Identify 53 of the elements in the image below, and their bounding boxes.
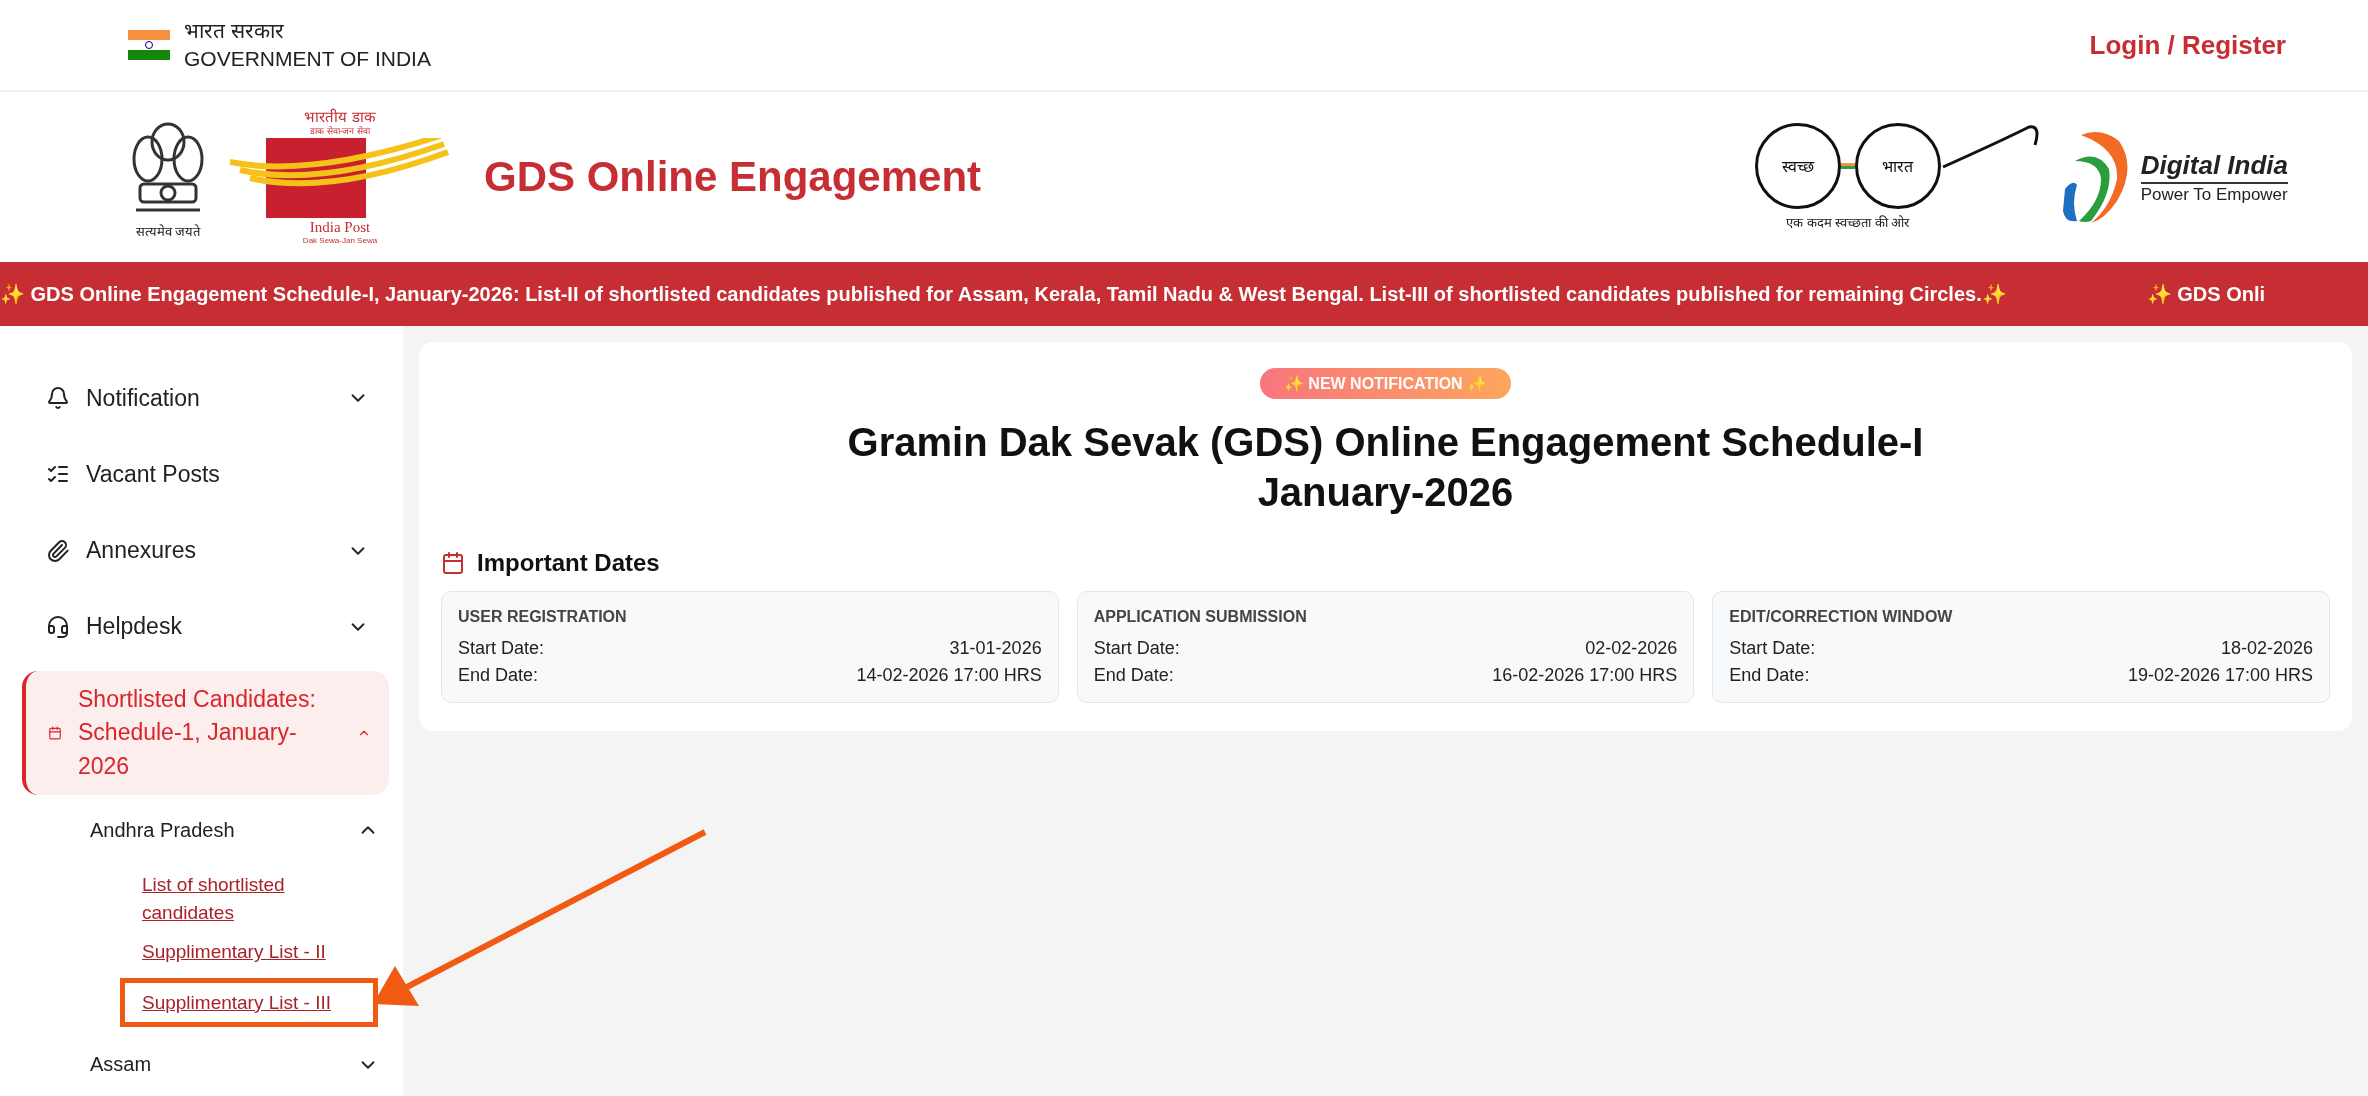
headset-icon <box>46 614 70 639</box>
glasses-lens-label: स्वच्छ <box>1754 122 1841 209</box>
date-label: Start Date: <box>1729 638 1816 659</box>
new-notification-badge: ✨ NEW NOTIFICATION ✨ <box>1259 368 1512 399</box>
ticker-text: ✨ GDS Online Engagement Schedule-I, January-2026: List-II of shortlisted candidates published for Assam, Kerala, Tamil Nadu & West Bengal. List-III of shortlisted candidates published for remaining Circles.✨ <box>0 282 2007 306</box>
submenu-label: Assam <box>90 1053 152 1077</box>
sidebar-item[interactable]: Vacant Posts <box>22 436 389 513</box>
digital-india-name: Digital India <box>2140 149 2288 184</box>
post-logo-hindi-motto: डाक सेवा-जन सेवा <box>310 126 370 138</box>
date-card-title: EDIT/CORRECTION WINDOW <box>1729 608 1954 626</box>
digital-india-tagline: Power To Empower <box>2140 183 2288 205</box>
date-card-title: APPLICATION SUBMISSION <box>1093 608 1308 626</box>
date-value: 16-02-2026 17:00 HRS <box>1492 665 1678 686</box>
date-label: End Date: <box>1093 665 1174 686</box>
ticker-text: ✨ GDS Onli <box>2146 282 2266 306</box>
date-value: 19-02-2026 17:00 HRS <box>2127 665 2313 686</box>
glasses-lens-label: भारत <box>1854 122 1941 209</box>
sidebar-item[interactable]: Notification <box>22 360 389 437</box>
india-post-name: India Post <box>309 217 371 237</box>
government-label: GOVERNMENT OF INDIA <box>184 46 431 72</box>
list-link[interactable]: Supplimentary List - III <box>120 977 378 1028</box>
swachh-caption: एक कदम स्वच्छता की ओर <box>1785 214 1910 232</box>
sidebar-item[interactable]: Annexures <box>22 512 389 589</box>
india-post-motto: Dak Sewa-Jan Sewa <box>302 236 378 247</box>
site-title: GDS Online Engagement <box>484 153 983 201</box>
page-title: Gramin Dak Sevak (GDS) Online Engagement Schedule-I January-2026 <box>847 419 1924 516</box>
submenu-item[interactable]: Assam <box>22 1033 389 1096</box>
submenu-label: Andhra Pradesh <box>90 818 235 842</box>
date-card-title: USER REGISTRATION <box>458 608 628 626</box>
date-value: 31-01-2026 <box>949 638 1042 659</box>
date-label: End Date: <box>458 665 539 686</box>
date-value: 18-02-2026 <box>2220 638 2313 659</box>
calendar-icon <box>441 551 465 575</box>
date-label: Start Date: <box>1093 638 1180 659</box>
list-link[interactable]: List of shortlisted candidates <box>142 871 332 927</box>
flag-icon <box>128 30 170 60</box>
submenu-item[interactable]: Andhra Pradesh <box>22 794 389 866</box>
date-label: End Date: <box>1729 665 1810 686</box>
login-register-link[interactable]: Login / Register <box>2089 29 2286 61</box>
date-value: 14-02-2026 17:00 HRS <box>856 665 1042 686</box>
paperclip-icon <box>46 538 70 563</box>
post-logo-hindi-text: भारतीय डाक <box>304 107 376 126</box>
sidebar-item[interactable]: Shortlisted Candidates: Schedule-1, January-2026 <box>22 670 389 795</box>
sidebar-item[interactable]: Helpdesk <box>22 588 389 665</box>
date-label: Start Date: <box>458 638 545 659</box>
glasses-bridge <box>1840 162 1855 169</box>
section-heading: Important Dates <box>477 549 660 577</box>
hindi-government-label: भारत सरकार <box>184 17 285 44</box>
list-link[interactable]: Supplimentary List - II <box>142 938 332 966</box>
calendar-icon <box>48 725 62 740</box>
bell-icon <box>46 386 70 411</box>
emblem-motto: सत्यमेव जयते <box>135 223 201 241</box>
date-value: 02-02-2026 <box>1585 638 1678 659</box>
